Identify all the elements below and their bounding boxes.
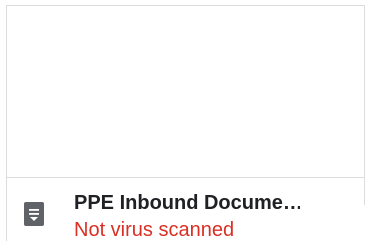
file-card[interactable]: PPE Inbound Documents Not virus scanned — [6, 5, 365, 242]
card-corner-mask — [300, 205, 365, 242]
file-preview[interactable] — [7, 6, 364, 178]
virus-scan-status: Not virus scanned — [74, 219, 235, 241]
file-title[interactable]: PPE Inbound Documents — [74, 190, 304, 216]
document-icon — [24, 202, 44, 226]
file-card-footer: PPE Inbound Documents Not virus scanned — [7, 178, 365, 242]
